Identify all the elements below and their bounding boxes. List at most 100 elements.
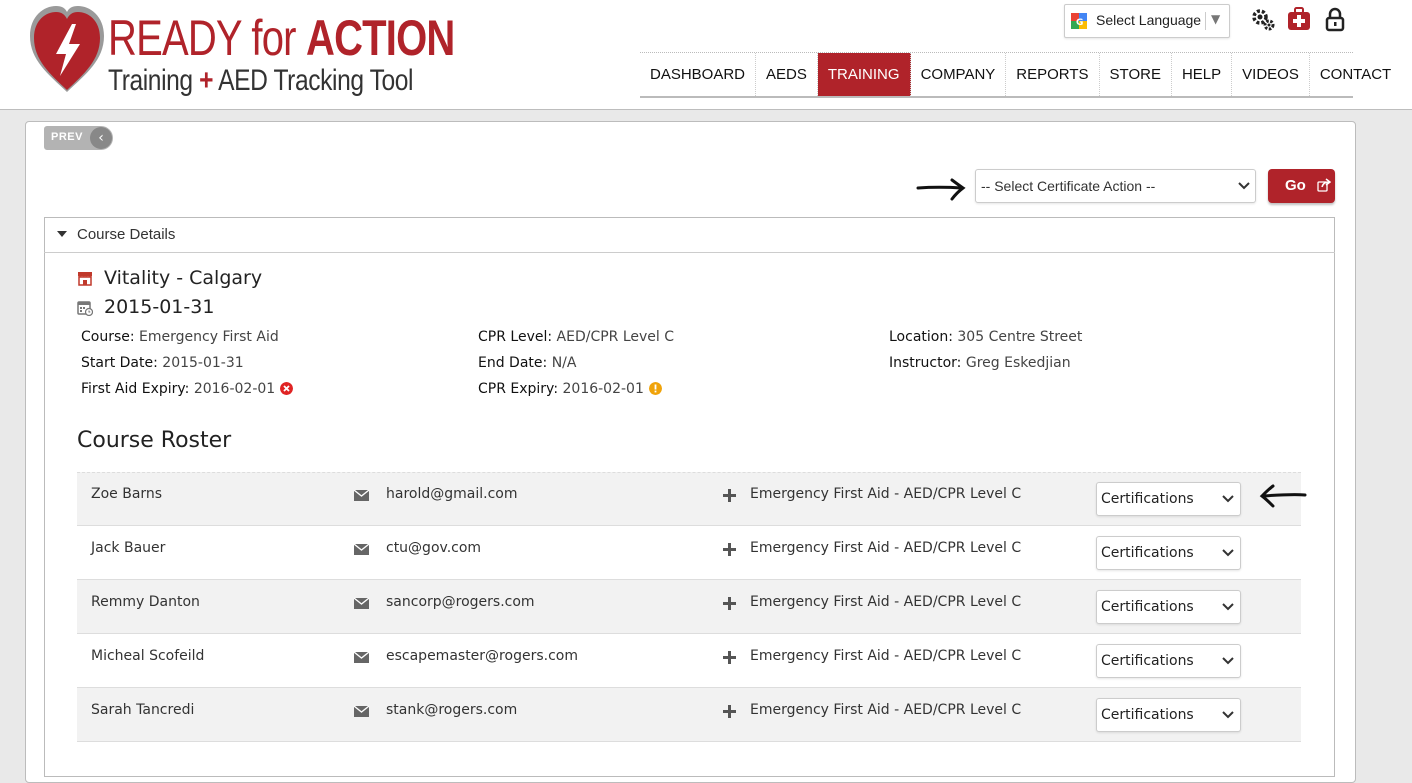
row-divider: [77, 472, 1301, 473]
certifications-select-label: Certifications: [1101, 653, 1194, 669]
roster-email[interactable]: escapemaster@rogers.com: [386, 648, 578, 664]
field-instructor: Instructor: Greg Eskedjian: [889, 355, 1071, 371]
share-icon: [1317, 178, 1331, 192]
certifications-select[interactable]: Certifications: [1096, 644, 1241, 678]
roster-course: Emergency First Aid - AED/CPR Level C: [750, 486, 1022, 502]
roster-email[interactable]: harold@gmail.com: [386, 486, 517, 502]
field-cpr-level-label: CPR Level:: [478, 329, 553, 345]
prev-button-label: PREV: [51, 131, 83, 143]
chevron-down-icon: [1222, 549, 1234, 557]
roster-name: Jack Bauer: [91, 540, 166, 556]
course-roster-title: Course Roster: [77, 428, 232, 453]
go-button-label: Go: [1285, 177, 1306, 194]
roster-email[interactable]: sancorp@rogers.com: [386, 594, 535, 610]
certifications-select[interactable]: Certifications: [1096, 482, 1241, 516]
nav-aeds[interactable]: AEDS: [756, 53, 818, 96]
language-dropdown-arrow-icon: ▼: [1211, 12, 1221, 26]
course-details-title: Course Details: [77, 226, 176, 243]
google-translate-icon: G: [1071, 13, 1087, 29]
field-location-value: 305 Centre Street: [957, 329, 1083, 345]
envelope-icon: [354, 598, 369, 609]
field-cpr-expiry-label: CPR Expiry:: [478, 381, 559, 397]
roster-email[interactable]: ctu@gov.com: [386, 540, 481, 556]
go-button[interactable]: Go: [1268, 169, 1335, 203]
chevron-down-icon: [1238, 182, 1250, 190]
nav-store[interactable]: STORE: [1100, 53, 1172, 96]
site-header: READY for ACTION Training + AED Tracking…: [0, 0, 1412, 110]
nav-company[interactable]: COMPANY: [911, 53, 1007, 96]
nav-training[interactable]: TRAINING: [817, 53, 911, 96]
roster-row: Jack Bauer ctu@gov.com Emergency First A…: [77, 526, 1301, 580]
main-nav: DASHBOARD AEDS TRAINING COMPANY REPORTS …: [640, 52, 1391, 98]
certifications-select[interactable]: Certifications: [1096, 698, 1241, 732]
nav-contact[interactable]: CONTACT: [1310, 53, 1401, 96]
chevron-down-icon: [1222, 657, 1234, 665]
nav-reports[interactable]: REPORTS: [1006, 53, 1100, 96]
chevron-down-icon: [1222, 711, 1234, 719]
envelope-icon: [354, 652, 369, 663]
prev-button[interactable]: PREV ‹: [44, 126, 113, 150]
field-first-aid-expiry-label: First Aid Expiry:: [81, 381, 190, 397]
roster-row: Remmy Danton sancorp@rogers.com Emergenc…: [77, 580, 1301, 634]
language-select-divider: [1205, 12, 1206, 30]
field-start-date-value: 2015-01-31: [162, 355, 244, 371]
logo-title-part1: READY for: [108, 10, 306, 66]
field-course: Course: Emergency First Aid: [81, 329, 279, 345]
logo-subtitle-part2: AED Tracking Tool: [213, 64, 414, 97]
envelope-icon: [354, 544, 369, 555]
first-aid-kit-icon[interactable]: [1286, 6, 1312, 32]
roster-course: Emergency First Aid - AED/CPR Level C: [750, 540, 1022, 556]
field-cpr-expiry: CPR Expiry: 2016-02-01: [478, 381, 662, 397]
nav-videos[interactable]: VIDEOS: [1232, 53, 1310, 96]
field-start-date: Start Date: 2015-01-31: [81, 355, 244, 371]
roster-course: Emergency First Aid - AED/CPR Level C: [750, 594, 1022, 610]
certifications-select-label: Certifications: [1101, 545, 1194, 561]
logo-subtitle-part1: Training: [108, 64, 200, 97]
field-instructor-label: Instructor:: [889, 355, 962, 371]
plus-icon: [723, 705, 736, 718]
logo-title: READY for ACTION: [108, 12, 455, 64]
course-roster-table: Zoe Barns harold@gmail.com Emergency Fir…: [77, 472, 1301, 742]
plus-icon: [723, 489, 736, 502]
course-details-toggle[interactable]: Course Details: [44, 217, 1335, 253]
envelope-icon: [354, 490, 369, 501]
roster-name: Sarah Tancredi: [91, 702, 195, 718]
certifications-select[interactable]: Certifications: [1096, 590, 1241, 624]
roster-name: Remmy Danton: [91, 594, 200, 610]
heart-bolt-logo-icon: [30, 6, 104, 92]
logo-subtitle-plus: +: [199, 64, 214, 97]
field-location-label: Location:: [889, 329, 953, 345]
envelope-icon: [354, 706, 369, 717]
expired-x-icon: [280, 382, 294, 395]
roster-name: Micheal Scofeild: [91, 648, 205, 664]
lock-icon[interactable]: [1322, 6, 1348, 32]
field-course-label: Course:: [81, 329, 135, 345]
course-date: 2015-01-31: [104, 296, 215, 318]
roster-row: Sarah Tancredi stank@rogers.com Emergenc…: [77, 688, 1301, 742]
roster-email[interactable]: stank@rogers.com: [386, 702, 517, 718]
language-select[interactable]: G Select Language ▼: [1064, 4, 1230, 38]
gears-icon[interactable]: [1250, 6, 1276, 32]
field-location: Location: 305 Centre Street: [889, 329, 1082, 345]
field-cpr-expiry-value: 2016-02-01: [562, 381, 644, 397]
chevron-down-icon: [1222, 495, 1234, 503]
certifications-select[interactable]: Certifications: [1096, 536, 1241, 570]
annotation-arrow-right-icon: [916, 178, 966, 201]
plus-icon: [723, 543, 736, 556]
chevron-left-icon: ‹: [90, 127, 112, 149]
logo-title-part2: ACTION: [306, 10, 455, 66]
nav-help[interactable]: HELP: [1172, 53, 1233, 96]
field-first-aid-expiry-value: 2016-02-01: [193, 381, 276, 397]
chevron-down-icon: [1222, 603, 1234, 611]
certificate-action-select[interactable]: -- Select Certificate Action --: [975, 169, 1256, 203]
field-start-date-label: Start Date:: [81, 355, 158, 371]
logo-subtitle: Training + AED Tracking Tool: [108, 64, 413, 98]
calendar-clock-icon: [77, 301, 93, 316]
field-course-value: Emergency First Aid: [139, 329, 279, 345]
site-logo[interactable]: READY for ACTION Training + AED Tracking…: [26, 2, 455, 106]
nav-dashboard[interactable]: DASHBOARD: [640, 53, 757, 96]
annotation-arrow-left-icon: [1259, 484, 1307, 508]
field-end-date-value: N/A: [551, 355, 577, 371]
field-cpr-level-value: AED/CPR Level C: [556, 329, 675, 345]
svg-text:G: G: [1076, 18, 1083, 28]
